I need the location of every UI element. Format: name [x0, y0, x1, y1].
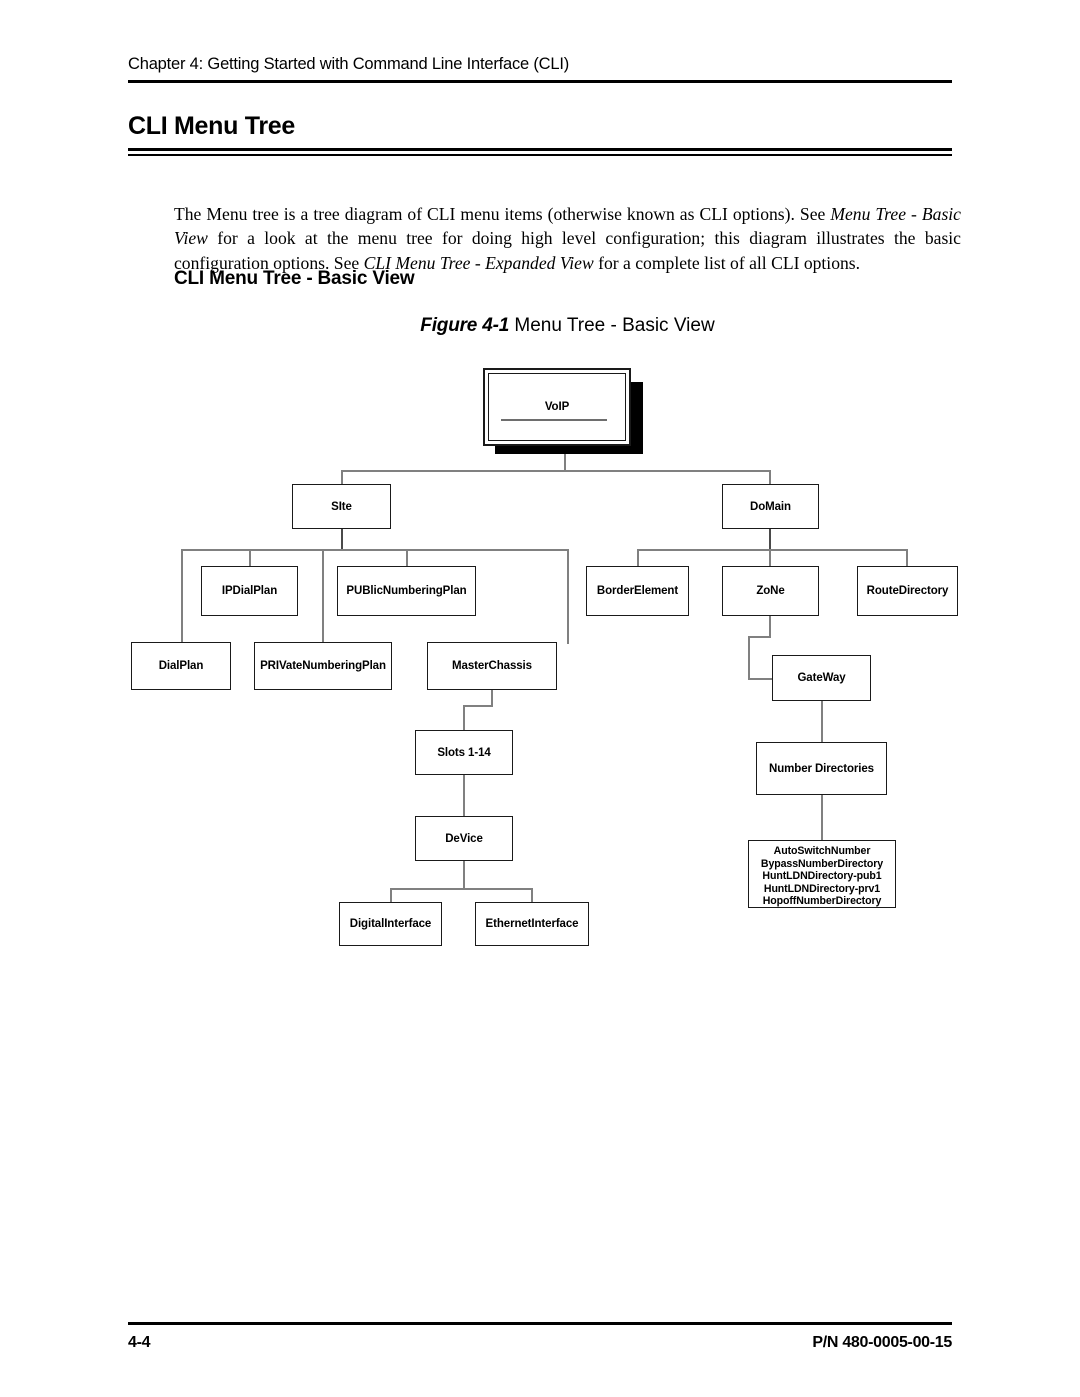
- node-voip-label: VoIP: [544, 401, 570, 413]
- connector-device-stem: [463, 861, 465, 889]
- node-gateway[interactable]: GateWay: [772, 655, 871, 701]
- node-zone[interactable]: ZoNe: [722, 566, 819, 616]
- connector-device-bus: [390, 888, 532, 890]
- footer-part-number: P/N 480-0005-00-15: [812, 1334, 952, 1351]
- node-number-directory-list[interactable]: AutoSwitchNumber BypassNumberDirectory H…: [748, 840, 896, 908]
- connector-voip-stem: [564, 452, 566, 471]
- footer-rule: [128, 1322, 952, 1325]
- intro-text-3: for a complete list of all CLI options.: [593, 252, 861, 273]
- connector-gateway-to-numberdirectories: [821, 700, 823, 742]
- node-voip[interactable]: VoIP: [483, 368, 631, 446]
- header-rule: [128, 80, 952, 83]
- node-numberdirectories-label: Number Directories: [769, 762, 874, 775]
- node-numberdirectories[interactable]: Number Directories: [756, 742, 887, 795]
- connector-domain-stem: [769, 528, 771, 550]
- connector-zone-drop: [748, 636, 750, 679]
- connector-site-to-dialplan: [181, 549, 183, 644]
- node-routedirectory[interactable]: RouteDirectory: [857, 566, 958, 616]
- connector-masterchassis-jog: [463, 705, 493, 707]
- connector-site-to-ipdialplan: [249, 549, 251, 567]
- figure-caption-text: Menu Tree - Basic View: [509, 315, 715, 336]
- connector-site-to-privatenumberingplan: [322, 549, 324, 644]
- connector-domain-to-borderelement: [637, 549, 639, 567]
- number-list-item: HuntLDNDirectory-prv1: [763, 882, 881, 895]
- node-borderelement[interactable]: BorderElement: [586, 566, 689, 616]
- number-list-item: BypassNumberDirectory: [760, 857, 884, 870]
- node-site[interactable]: SIte: [292, 484, 391, 529]
- node-masterchassis[interactable]: MasterChassis: [427, 642, 557, 690]
- connector-level1-bus: [341, 470, 771, 472]
- connector-to-site: [341, 470, 343, 485]
- number-list-item: AutoSwitchNumber: [773, 845, 871, 857]
- running-header: Chapter 4: Getting Started with Command …: [128, 55, 570, 73]
- node-dialplan-label: DialPlan: [158, 660, 204, 672]
- node-slots-label: Slots 1-14: [437, 746, 491, 759]
- voip-underline: [501, 419, 607, 421]
- node-masterchassis-label: MasterChassis: [452, 660, 532, 672]
- node-ipdialplan[interactable]: IPDialPlan: [201, 566, 298, 616]
- node-ethernetinterface-label: EthernetInterface: [485, 918, 579, 930]
- document-page: Chapter 4: Getting Started with Command …: [0, 0, 1080, 1397]
- title-rule-thick: [128, 148, 952, 151]
- connector-device-to-ethernetinterface: [531, 888, 533, 903]
- figure-caption: Figure 4-1 Menu Tree - Basic View: [174, 315, 961, 337]
- connector-numberdirectories-to-list: [821, 795, 823, 841]
- connector-domain-to-routedirectory: [906, 549, 908, 567]
- intro-paragraph: The Menu tree is a tree diagram of CLI m…: [174, 202, 961, 276]
- node-domain[interactable]: DoMain: [722, 484, 819, 529]
- section-subheading: CLI Menu Tree - Basic View: [174, 268, 415, 289]
- node-publicnumberingplan[interactable]: PUBlicNumberingPlan: [337, 566, 476, 616]
- connector-domain-to-zone: [769, 549, 771, 567]
- node-ethernetinterface[interactable]: EthernetInterface: [475, 902, 589, 946]
- node-zone-label: ZoNe: [756, 585, 785, 597]
- node-ipdialplan-label: IPDialPlan: [221, 585, 278, 597]
- node-device[interactable]: DeVice: [415, 816, 513, 861]
- number-list-item: HuntLDNDirectory-pub1: [762, 870, 882, 883]
- connector-zone-stem: [769, 615, 771, 637]
- connector-site-stem: [341, 528, 343, 550]
- node-borderelement-label: BorderElement: [596, 585, 679, 597]
- node-publicnumberingplan-label: PUBlicNumberingPlan: [346, 585, 467, 597]
- node-routedirectory-label: RouteDirectory: [866, 585, 949, 597]
- node-slots[interactable]: Slots 1-14: [415, 730, 513, 775]
- connector-masterchassis-to-slots: [463, 705, 465, 731]
- connector-domain-bus: [637, 549, 907, 551]
- connector-masterchassis-stem: [491, 690, 493, 706]
- intro-text-1: The Menu tree is a tree diagram of CLI m…: [174, 203, 831, 224]
- node-gateway-label: GateWay: [797, 672, 846, 684]
- node-digitalinterface[interactable]: DigitalInterface: [339, 902, 442, 946]
- node-digitalinterface-label: DigitalInterface: [349, 918, 432, 930]
- title-rule-thin: [128, 154, 952, 156]
- connector-to-domain: [769, 470, 771, 485]
- connector-site-to-masterchassis: [567, 549, 569, 644]
- connector-site-to-publicnumberingplan: [406, 549, 408, 567]
- footer-page-number: 4-4: [128, 1334, 151, 1351]
- number-list-item: HopoffNumberDirectory: [762, 895, 882, 908]
- node-privatenumberingplan-label: PRIVateNumberingPlan: [260, 660, 386, 672]
- connector-zone-to-gateway: [748, 678, 774, 680]
- connector-site-bus: [181, 549, 568, 551]
- node-site-label: SIte: [331, 500, 352, 513]
- figure-number: Figure 4-1: [420, 315, 510, 336]
- connector-zone-jog-top: [748, 636, 771, 638]
- node-domain-label: DoMain: [750, 500, 791, 513]
- connector-slots-to-device: [463, 775, 465, 817]
- connector-device-to-digitalinterface: [390, 888, 392, 903]
- node-device-label: DeVice: [445, 832, 483, 845]
- voip-inner-frame: VoIP: [488, 373, 626, 441]
- page-title: CLI Menu Tree: [128, 112, 295, 140]
- node-privatenumberingplan[interactable]: PRIVateNumberingPlan: [254, 642, 392, 690]
- node-dialplan[interactable]: DialPlan: [131, 642, 231, 690]
